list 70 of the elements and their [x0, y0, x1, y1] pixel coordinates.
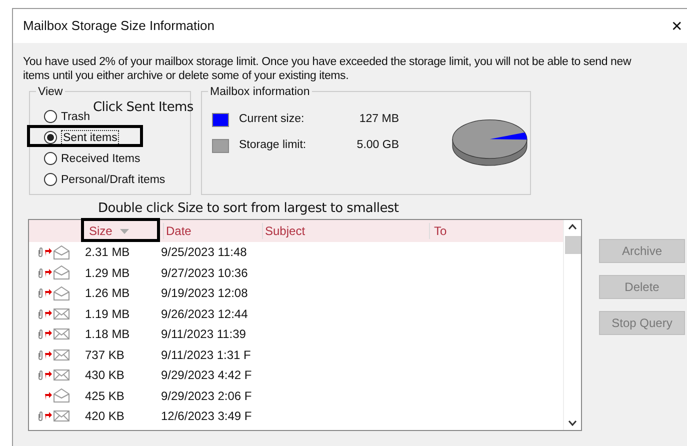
- paperclip-icon: [38, 247, 43, 258]
- radio-button[interactable]: [44, 173, 57, 186]
- reply-arrow-icon: [45, 248, 52, 256]
- storage-message: You have used 2% of your mailbox storage limit. Once you have exceeded the storage limit, you will not be able to send new items until you either archive or delete some of your existing items.: [22, 55, 632, 83]
- column-header[interactable]: Subject: [262, 223, 430, 239]
- open-envelope-icon: [53, 388, 70, 404]
- date-cell-text: 9/29/2023 4:42 F: [160, 367, 253, 384]
- reply-arrow-icon: [45, 310, 52, 318]
- envelope-icon: [53, 308, 70, 320]
- window-title: Mailbox Storage Size Information: [23, 17, 214, 36]
- paperclip-icon: [38, 288, 43, 298]
- scroll-thumb[interactable]: [564, 236, 580, 254]
- annotation-text: Double click Size to sort from largest to smallest: [98, 201, 400, 217]
- radio-label[interactable]: Trash: [61, 110, 90, 124]
- radio-button[interactable]: [44, 110, 57, 123]
- sort-down-icon: [120, 228, 130, 234]
- date-cell-text: 9/19/2023 12:08: [160, 285, 249, 302]
- reply-arrow-icon: [45, 268, 52, 277]
- open-envelope-icon: [53, 244, 70, 260]
- size-cell-text: 1.18 MB: [84, 326, 131, 344]
- legend-value: 5.00 GB: [356, 138, 399, 154]
- reply-arrow-icon: [45, 289, 52, 298]
- paperclip-icon: [38, 329, 43, 340]
- reply-arrow-icon: [45, 412, 52, 420]
- radio-label[interactable]: Personal/Draft items: [61, 172, 166, 186]
- paperclip-icon: [38, 370, 43, 380]
- open-envelope-icon: [53, 265, 70, 280]
- envelope-icon: [53, 410, 70, 422]
- paperclip-icon: [38, 268, 43, 278]
- legend-label: Storage limit:: [239, 138, 308, 154]
- close-button[interactable]: ✕: [667, 16, 687, 36]
- paperclip-icon: [38, 411, 43, 422]
- legend-label: Current size:: [239, 112, 306, 128]
- date-cell-text: 12/6/2023 3:49 F: [160, 408, 253, 426]
- scrollbar[interactable]: [563, 220, 581, 430]
- paperclip-icon: [38, 308, 43, 319]
- legend-value: 127 MB: [358, 112, 399, 128]
- annotation-text: Click Sent Items: [93, 99, 194, 117]
- size-cell-text: 420 KB: [84, 408, 126, 426]
- reply-arrow-icon: [45, 330, 52, 338]
- reply-arrow-icon: [45, 392, 52, 400]
- size-cell-text: 1.29 MB: [84, 264, 131, 282]
- date-cell-text: 9/26/2023 12:44: [160, 306, 249, 323]
- radio-label[interactable]: Received Items: [61, 152, 140, 166]
- paperclip-icon: [38, 350, 43, 360]
- column-header[interactable]: Date: [163, 223, 262, 239]
- envelope-icon: [53, 348, 70, 361]
- size-cell-text: 2.31 MB: [84, 244, 131, 262]
- date-cell-text: 9/25/2023 11:48: [160, 244, 248, 262]
- date-cell-text: 9/11/2023 11:39: [160, 326, 247, 344]
- envelope-icon: [53, 369, 70, 382]
- scroll-down-icon[interactable]: [568, 420, 577, 426]
- date-cell-text: 9/11/2023 1:31 F: [160, 346, 252, 364]
- open-envelope-icon: [53, 286, 70, 301]
- scroll-up-icon[interactable]: [568, 224, 577, 230]
- size-cell-text: 430 KB: [84, 367, 126, 384]
- reply-arrow-icon: [45, 350, 52, 359]
- column-header[interactable]: To: [430, 223, 550, 239]
- column-header[interactable]: Size: [87, 223, 163, 239]
- date-cell-text: 9/27/2023 10:36: [160, 264, 249, 282]
- size-cell-text: 425 KB: [84, 388, 126, 405]
- radio-button[interactable]: [44, 131, 57, 144]
- date-cell-text: 9/29/2023 2:06 F: [160, 388, 253, 405]
- size-cell-text: 737 KB: [84, 346, 126, 364]
- size-cell-text: 1.19 MB: [84, 306, 131, 323]
- size-cell-text: 1.26 MB: [84, 285, 131, 302]
- reply-arrow-icon: [45, 371, 52, 380]
- radio-button[interactable]: [44, 152, 57, 165]
- envelope-icon: [53, 328, 70, 340]
- radio-label[interactable]: Sent items: [61, 130, 120, 146]
